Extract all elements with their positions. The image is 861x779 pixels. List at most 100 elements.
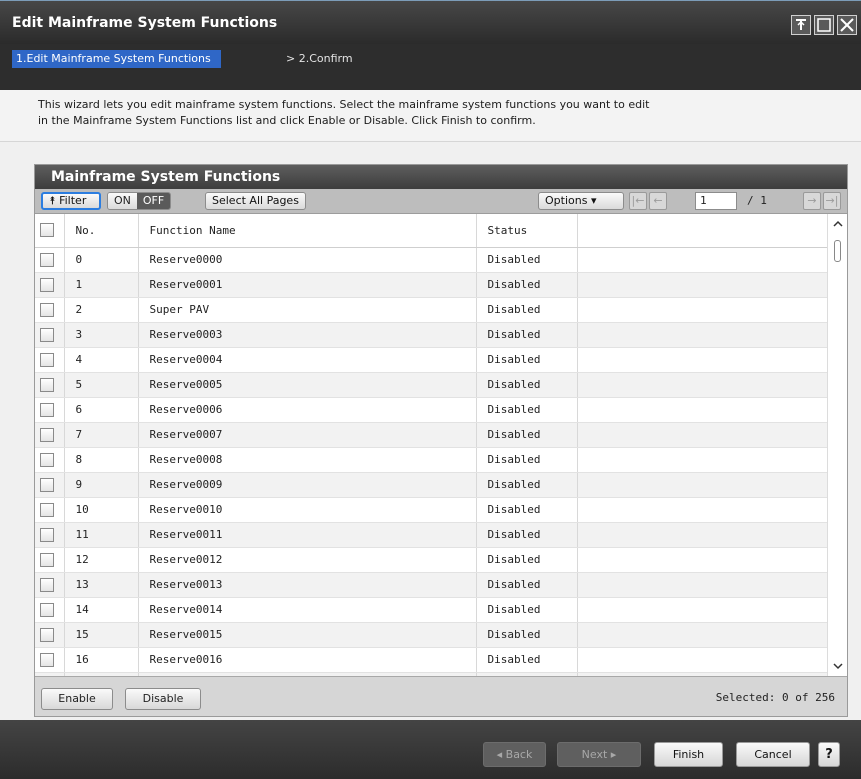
- checkbox[interactable]: [40, 327, 54, 342]
- row-status: Disabled: [476, 597, 578, 623]
- column-header-function-name[interactable]: Function Name: [138, 214, 477, 248]
- row-checkbox[interactable]: [35, 622, 65, 648]
- row-no: 8: [64, 447, 139, 473]
- table-row[interactable]: 15 Reserve0015 Disabled: [35, 622, 828, 648]
- row-function-name: Reserve0011: [138, 522, 477, 548]
- row-function-name: Reserve0013: [138, 572, 477, 598]
- checkbox[interactable]: [40, 252, 54, 267]
- row-checkbox[interactable]: [35, 597, 65, 623]
- checkbox[interactable]: [40, 577, 54, 592]
- maximize-icon[interactable]: [814, 15, 834, 35]
- row-checkbox[interactable]: [35, 347, 65, 373]
- row-checkbox[interactable]: [35, 522, 65, 548]
- column-header-no[interactable]: No.: [64, 214, 139, 248]
- row-function-name: Reserve0012: [138, 547, 477, 573]
- next-page-icon[interactable]: →: [803, 192, 821, 210]
- row-empty-cell: [577, 347, 828, 373]
- column-header-status[interactable]: Status: [476, 214, 578, 248]
- first-page-icon[interactable]: |←: [629, 192, 647, 210]
- page-number-input[interactable]: 1: [695, 192, 737, 210]
- row-no: 3: [64, 322, 139, 348]
- checkbox[interactable]: [40, 602, 54, 617]
- help-button[interactable]: ?: [818, 742, 840, 767]
- checkbox[interactable]: [40, 452, 54, 467]
- pin-icon[interactable]: [791, 15, 811, 35]
- table-row[interactable]: 7 Reserve0007 Disabled: [35, 422, 828, 448]
- table-row[interactable]: 1 Reserve0001 Disabled: [35, 272, 828, 298]
- row-empty-cell: [577, 447, 828, 473]
- row-checkbox[interactable]: [35, 647, 65, 673]
- filter-off-option[interactable]: OFF: [136, 193, 171, 209]
- row-checkbox[interactable]: [35, 422, 65, 448]
- checkbox[interactable]: [40, 627, 54, 642]
- row-empty-cell: [577, 597, 828, 623]
- row-checkbox[interactable]: [35, 247, 65, 273]
- row-status: Disabled: [476, 622, 578, 648]
- scroll-up-icon[interactable]: [833, 220, 843, 228]
- row-checkbox[interactable]: [35, 447, 65, 473]
- filter-toggle[interactable]: ON OFF: [107, 192, 172, 210]
- close-icon[interactable]: [837, 15, 857, 35]
- table-row[interactable]: 12 Reserve0012 Disabled: [35, 547, 828, 573]
- finish-button[interactable]: Finish: [654, 742, 723, 767]
- table-header-row: No. Function Name Status: [35, 214, 828, 248]
- table-row[interactable]: 2 Super PAV Disabled: [35, 297, 828, 323]
- row-function-name: Reserve0004: [138, 347, 477, 373]
- row-checkbox[interactable]: [35, 472, 65, 498]
- filter-button[interactable]: ⯭ Filter: [41, 192, 101, 210]
- options-button[interactable]: Options ▾: [538, 192, 624, 210]
- description-line-1: This wizard lets you edit mainframe syst…: [38, 98, 650, 111]
- checkbox[interactable]: [40, 502, 54, 517]
- disable-button[interactable]: Disable: [125, 688, 201, 710]
- table-row[interactable]: 6 Reserve0006 Disabled: [35, 397, 828, 423]
- table-row[interactable]: 14 Reserve0014 Disabled: [35, 597, 828, 623]
- checkbox[interactable]: [40, 477, 54, 492]
- select-all-checkbox[interactable]: [35, 214, 65, 248]
- table-row[interactable]: 9 Reserve0009 Disabled: [35, 472, 828, 498]
- cancel-button[interactable]: Cancel: [736, 742, 810, 767]
- row-checkbox[interactable]: [35, 572, 65, 598]
- table-row[interactable]: 13 Reserve0013 Disabled: [35, 572, 828, 598]
- table-row[interactable]: 16 Reserve0016 Disabled: [35, 647, 828, 673]
- table-row[interactable]: 4 Reserve0004 Disabled: [35, 347, 828, 373]
- checkbox[interactable]: [40, 527, 54, 542]
- row-checkbox[interactable]: [35, 497, 65, 523]
- filter-on-option[interactable]: ON: [108, 193, 137, 209]
- checkbox[interactable]: [40, 352, 54, 367]
- row-checkbox[interactable]: [35, 397, 65, 423]
- checkbox[interactable]: [40, 223, 54, 238]
- table-row[interactable]: 5 Reserve0005 Disabled: [35, 372, 828, 398]
- checkbox[interactable]: [40, 427, 54, 442]
- table-row[interactable]: 8 Reserve0008 Disabled: [35, 447, 828, 473]
- row-checkbox[interactable]: [35, 272, 65, 298]
- checkbox[interactable]: [40, 402, 54, 417]
- row-checkbox[interactable]: [35, 297, 65, 323]
- table-row[interactable]: 0 Reserve0000 Disabled: [35, 247, 828, 273]
- select-all-pages-button[interactable]: Select All Pages: [205, 192, 306, 210]
- table-row[interactable]: 10 Reserve0010 Disabled: [35, 497, 828, 523]
- vertical-scrollbar[interactable]: [827, 214, 847, 676]
- table-row[interactable]: 3 Reserve0003 Disabled: [35, 322, 828, 348]
- table-row[interactable]: 11 Reserve0011 Disabled: [35, 522, 828, 548]
- row-function-name: Reserve0006: [138, 397, 477, 423]
- scrollbar-thumb[interactable]: [834, 240, 841, 262]
- prev-page-icon[interactable]: ←: [649, 192, 667, 210]
- checkbox[interactable]: [40, 302, 54, 317]
- row-status: Disabled: [476, 447, 578, 473]
- next-button[interactable]: Next ▸: [557, 742, 641, 767]
- scroll-down-icon[interactable]: [833, 662, 843, 670]
- checkbox[interactable]: [40, 552, 54, 567]
- checkbox[interactable]: [40, 277, 54, 292]
- row-function-name: Reserve0001: [138, 272, 477, 298]
- back-button[interactable]: ◂ Back: [483, 742, 546, 767]
- enable-button[interactable]: Enable: [41, 688, 113, 710]
- row-checkbox[interactable]: [35, 547, 65, 573]
- row-function-name: Reserve0008: [138, 447, 477, 473]
- checkbox[interactable]: [40, 652, 54, 667]
- window-controls: [791, 15, 857, 35]
- last-page-icon[interactable]: →|: [823, 192, 841, 210]
- checkbox[interactable]: [40, 377, 54, 392]
- row-checkbox[interactable]: [35, 322, 65, 348]
- row-checkbox[interactable]: [35, 372, 65, 398]
- row-empty-cell: [577, 422, 828, 448]
